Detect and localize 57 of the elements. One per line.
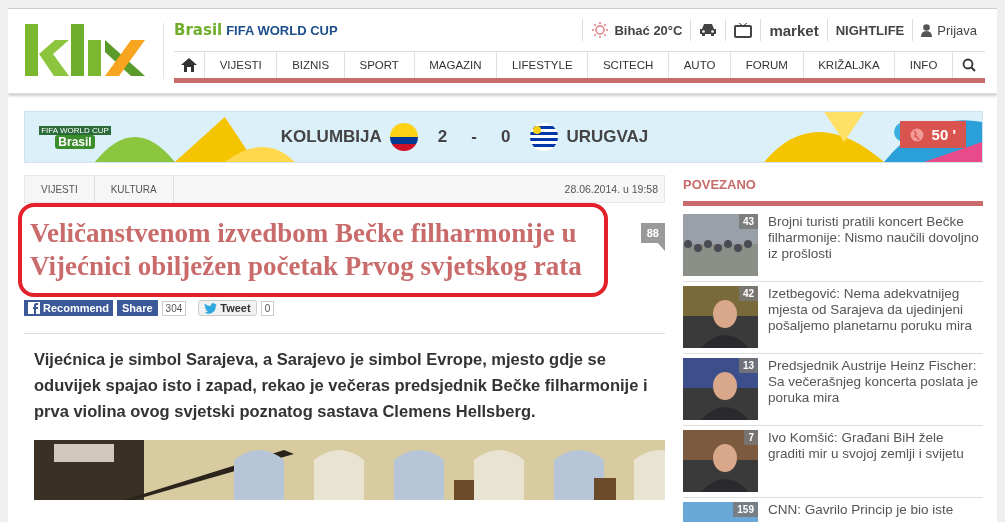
match-banner[interactable]: FIFA WORLD CUP Brasil KOLUMBIJA 2 - 0 URUGVAJ 50 ' <box>24 111 983 163</box>
nav-item[interactable]: MAGAZIN <box>414 52 498 78</box>
share-button[interactable]: Share <box>117 300 158 316</box>
comment-count: 159 <box>733 502 758 517</box>
login-link[interactable]: Prijava <box>912 19 985 41</box>
header-link[interactable]: market <box>760 19 827 41</box>
minute-text: 50 ' <box>931 126 956 143</box>
sun-icon <box>591 21 610 39</box>
nav-item[interactable]: LIFESTYLE <box>497 52 589 78</box>
user-icon <box>921 23 933 37</box>
recommend-button[interactable]: Recommend <box>24 300 114 316</box>
breadcrumb-link[interactable]: KULTURA <box>94 176 174 202</box>
article-date: 28.06.2014. u 19:58 <box>564 183 659 195</box>
brand-name: Brasil <box>174 21 223 39</box>
home-team: KOLUMBIJA <box>280 127 382 147</box>
related-article[interactable]: 159 CNN: Gavrilo Princip je bio iste <box>683 502 983 522</box>
banner-logo-text: FIFA WORLD CUP <box>39 125 111 135</box>
comment-count: 7 <box>744 430 758 445</box>
article-title: Veličanstvenom izvedbom Bečke filharmonije u Vijećnici obilježen početak Prvog svjetskog rata <box>30 217 583 283</box>
score-separator: - <box>471 127 477 147</box>
nav-item[interactable]: INFO <box>895 52 953 78</box>
share-count: 304 <box>161 300 187 316</box>
nav-item[interactable]: BIZNIS <box>277 52 345 78</box>
related-title: CNN: Gavrilo Princip je bio iste <box>768 502 954 519</box>
flag-icon <box>389 123 418 151</box>
tweet-button[interactable]: Tweet <box>198 300 257 316</box>
related-title: Predsjednik Austrije Heinz Fischer: Sa večerašnjeg koncerta poslata je poruka mira <box>768 358 980 407</box>
breadcrumb-link[interactable]: VIJESTI <box>25 176 95 202</box>
bird-icon <box>204 302 218 314</box>
nav-item[interactable]: FORUM <box>731 52 804 78</box>
related-article[interactable]: 42 Izetbegović: Nema adekvatnijeg mjesta od Sarajeva da ujedinjeni pošaljemo planetarnu poruku mira <box>683 286 983 354</box>
home-score: 2 <box>437 127 448 147</box>
nav-item[interactable]: KRIŽALJKA <box>803 52 896 78</box>
related-title: Brojni turisti pratili koncert Bečke filharmonije: Nismo naučili dovoljno iz prošlosti <box>768 214 980 263</box>
related-title: Izetbegović: Nema adekvatnijeg mjesta od Sarajeva da ujedinjeni pošaljemo planetarnu poruku mira <box>768 286 974 335</box>
nav-item[interactable]: AUTO <box>669 52 732 78</box>
search-icon <box>962 58 976 72</box>
nav-item[interactable]: SPORT <box>344 52 415 78</box>
nav-item[interactable]: SCITECH <box>588 52 670 78</box>
related-article[interactable]: 7 Ivo Komšić: Građani BiH žele graditi mir u svojoj zemlji i svijetu <box>683 430 983 498</box>
article-lead: Vijećnica je simbol Sarajeva, a Sarajevo je simbol Evrope, mjesto gdje se oduvijek spajao isto i zapad, rekao je večeras predsjednik Bečke filharmonije i prva violina ovog svjetski poznatog sastava Clemens Hellsberg. <box>34 349 649 422</box>
section-title: POVEZANO <box>683 177 757 192</box>
nav-item[interactable]: VIJESTI <box>205 52 278 78</box>
home-icon <box>181 58 197 72</box>
away-score: 0 <box>500 127 511 147</box>
brand-tagline: FIFA WORLD CUP <box>226 22 338 38</box>
tweet-count: 0 <box>260 300 275 316</box>
related-title: Ivo Komšić: Građani BiH žele graditi mir u svojoj zemlji i svijetu <box>768 430 965 463</box>
related-article[interactable]: 43 Brojni turisti pratili koncert Bečke filharmonije: Nismo naučili dovoljno iz prošlosti <box>683 214 983 282</box>
facebook-icon <box>28 302 40 314</box>
weather-link[interactable]: Bihać 20°C <box>582 19 691 41</box>
car-icon <box>699 23 718 37</box>
away-team: URUGVAJ <box>566 127 649 147</box>
related-article[interactable]: 13 Predsjednik Austrije Heinz Fischer: Sa večerašnjeg koncerta poslata je poruka mira <box>683 358 983 426</box>
tv-icon <box>734 22 753 38</box>
header-link[interactable]: NIGHTLIFE <box>826 19 913 41</box>
globe-icon <box>909 127 924 142</box>
